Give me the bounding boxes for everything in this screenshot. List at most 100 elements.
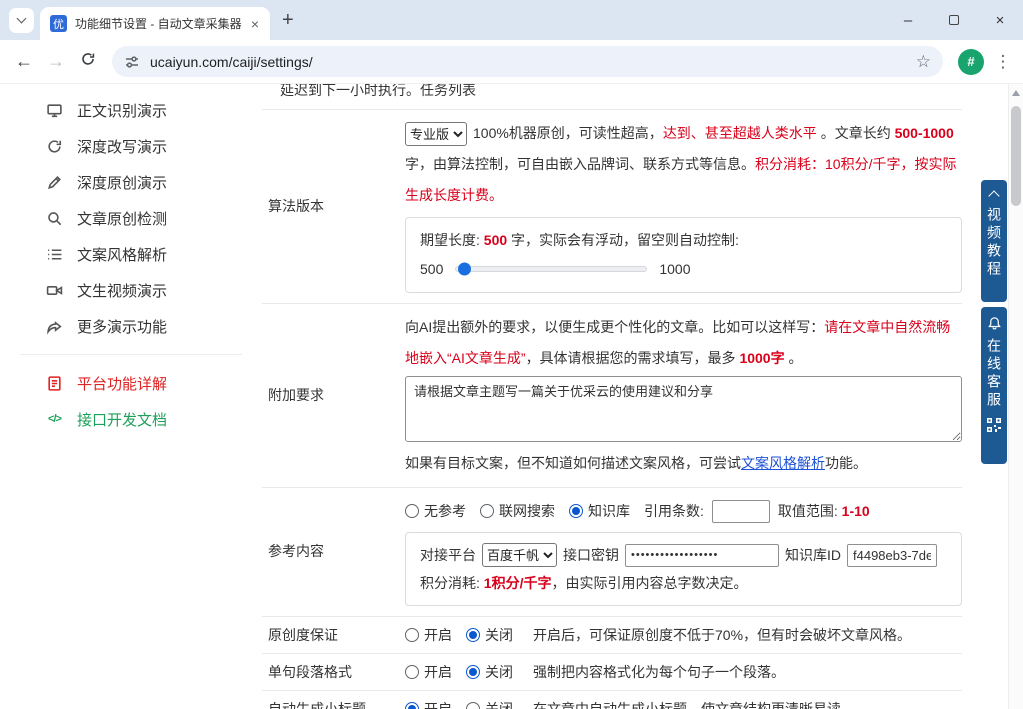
reference-cost-hint: 积分消耗: 1积分/千字，由实际引用内容总字数决定。	[420, 569, 947, 597]
field-label: 参考内容	[262, 541, 405, 561]
sidebar-item-text-to-video[interactable]: 文生视频演示	[0, 272, 262, 308]
back-button[interactable]: ←	[8, 51, 40, 72]
radio-label: 关闭	[485, 625, 513, 645]
search-icon	[46, 210, 63, 227]
video-camera-icon	[46, 282, 63, 299]
sidebar-divider	[20, 354, 242, 355]
notice-text: 延迟到下一小时执行。	[280, 84, 420, 98]
browser-window: 优 功能细节设置 - 自动文章采集器 × + – × ← → ucaiyun	[0, 0, 1023, 709]
address-bar[interactable]: ucaiyun.com/caiji/settings/ ☆	[112, 46, 943, 77]
scrollbar-thumb[interactable]	[1011, 106, 1021, 206]
slider-handle[interactable]	[458, 263, 471, 276]
sidebar-item-label: 正文识别演示	[77, 100, 167, 121]
radio-subtitles-off[interactable]: 关闭	[466, 699, 513, 709]
extra-requirements-textarea[interactable]: 请根据文章主题写一篇关于优采云的使用建议和分享	[405, 376, 962, 442]
field-label: 单句段落格式	[262, 662, 405, 682]
sidebar-item-originality-check[interactable]: 文章原创检测	[0, 200, 262, 236]
toggle-description: 在文章中自动生成小标题，使文章结构更清晰易读。	[533, 699, 855, 709]
sidebar-item-label: 深度原创演示	[77, 172, 167, 193]
refresh-icon	[80, 51, 96, 67]
profile-avatar[interactable]: #	[958, 49, 984, 75]
field-label: 算法版本	[262, 196, 405, 216]
radio-originality-on[interactable]: 开启	[405, 625, 452, 645]
toggle-description: 开启后，可保证原创度不低于70%，但有时会破坏文章风格。	[533, 625, 911, 645]
bookmark-star-icon[interactable]: ☆	[916, 52, 931, 72]
sidebar-item-label: 接口开发文档	[77, 409, 167, 430]
sidebar-item-more-demos[interactable]: 更多演示功能	[0, 308, 262, 344]
refresh-button[interactable]	[72, 51, 104, 72]
browser-menu-button[interactable]: ⋮	[991, 52, 1015, 72]
slider-max-label: 1000	[659, 261, 690, 277]
browser-tab[interactable]: 优 功能细节设置 - 自动文章采集器 ×	[40, 7, 270, 40]
sidebar-item-label: 平台功能详解	[77, 373, 167, 394]
row-extra-requirements: 附加要求 向AI提出额外的要求，以便生成更个性化的文章。比如可以这样写：请在文章…	[262, 304, 962, 488]
online-service-label: 在线客服	[984, 338, 1004, 410]
radio-web-search[interactable]: 联网搜索	[480, 501, 555, 521]
monitor-icon	[46, 102, 63, 119]
quote-count-input[interactable]	[712, 500, 770, 523]
edit-icon	[46, 174, 63, 191]
sidebar-item-api-docs[interactable]: </> 接口开发文档	[0, 401, 262, 437]
radio-label: 开启	[424, 625, 452, 645]
sidebar-item-label: 文生视频演示	[77, 280, 167, 301]
radio-label: 开启	[424, 699, 452, 709]
radio-paragraph-on[interactable]: 开启	[405, 662, 452, 682]
length-hint: 期望长度: 500 字，实际会有浮动，留空则自动控制:	[420, 226, 947, 254]
toggle-description: 强制把内容格式化为每个句子一个段落。	[533, 662, 785, 682]
radio-label: 开启	[424, 662, 452, 682]
maximize-button[interactable]	[931, 0, 977, 40]
maximize-icon	[949, 15, 959, 25]
api-secret-input[interactable]	[625, 544, 779, 567]
chevron-up-icon	[988, 190, 999, 201]
platform-select[interactable]: 百度千帆	[482, 543, 557, 567]
radio-icon	[405, 702, 419, 709]
algorithm-version-select[interactable]: 专业版	[405, 122, 467, 146]
scroll-up-arrow-icon[interactable]	[1012, 90, 1020, 96]
sidebar-item-text-recognition[interactable]: 正文识别演示	[0, 92, 262, 128]
radio-originality-off[interactable]: 关闭	[466, 625, 513, 645]
kb-id-input[interactable]	[847, 544, 937, 567]
minimize-button[interactable]: –	[885, 0, 931, 40]
sidebar-item-label: 文案风格解析	[77, 244, 167, 265]
slider-min-label: 500	[420, 261, 443, 277]
style-analysis-hint: 如果有目标文案，但不知道如何描述文案风格，可尝试文案风格解析功能。	[405, 449, 962, 477]
field-label: 原创度保证	[262, 625, 405, 645]
platform-label: 对接平台	[420, 541, 476, 569]
sidebar-item-label: 深度改写演示	[77, 136, 167, 157]
forward-button[interactable]: →	[40, 51, 72, 72]
radio-icon	[405, 504, 419, 518]
online-service-widget[interactable]: 在线客服	[981, 307, 1007, 464]
radio-icon	[480, 504, 494, 518]
settings-form: 延迟到下一小时执行。任务列表 算法版本 专业版 100%机器原创，可读性超高，达…	[262, 84, 1023, 709]
sidebar-item-deep-rewrite[interactable]: 深度改写演示	[0, 128, 262, 164]
radio-subtitles-on[interactable]: 开启	[405, 699, 452, 709]
sidebar-item-label: 文章原创检测	[77, 208, 167, 229]
url-text[interactable]: ucaiyun.com/caiji/settings/	[150, 54, 916, 70]
sidebar-item-deep-original[interactable]: 深度原创演示	[0, 164, 262, 200]
radio-paragraph-off[interactable]: 关闭	[466, 662, 513, 682]
bell-icon	[987, 316, 1002, 331]
qr-code-icon	[987, 418, 1001, 432]
sidebar-item-style-analysis[interactable]: 文案风格解析	[0, 236, 262, 272]
radio-label: 联网搜索	[499, 501, 555, 521]
new-tab-button[interactable]: +	[282, 9, 294, 32]
radio-icon	[466, 702, 480, 709]
tab-search-button[interactable]	[9, 8, 34, 33]
browser-toolbar: ← → ucaiyun.com/caiji/settings/ ☆ # ⋮	[0, 40, 1023, 84]
radio-label: 无参考	[424, 501, 466, 521]
quote-count-label: 引用条数:	[644, 501, 704, 521]
close-button[interactable]: ×	[977, 0, 1023, 40]
site-settings-icon[interactable]	[124, 54, 140, 70]
radio-icon	[405, 628, 419, 642]
task-list-link[interactable]: 任务列表	[420, 84, 476, 98]
radio-icon	[405, 665, 419, 679]
radio-knowledge-base[interactable]: 知识库	[569, 501, 630, 521]
length-slider[interactable]	[455, 266, 647, 272]
radio-no-reference[interactable]: 无参考	[405, 501, 466, 521]
tab-close-icon[interactable]: ×	[248, 16, 262, 32]
list-icon	[46, 246, 63, 263]
radio-label: 关闭	[485, 699, 513, 709]
page-scrollbar[interactable]	[1008, 84, 1023, 709]
sidebar-item-platform-features[interactable]: 平台功能详解	[0, 365, 262, 401]
video-tutorial-widget[interactable]: 视频教程	[981, 180, 1007, 302]
